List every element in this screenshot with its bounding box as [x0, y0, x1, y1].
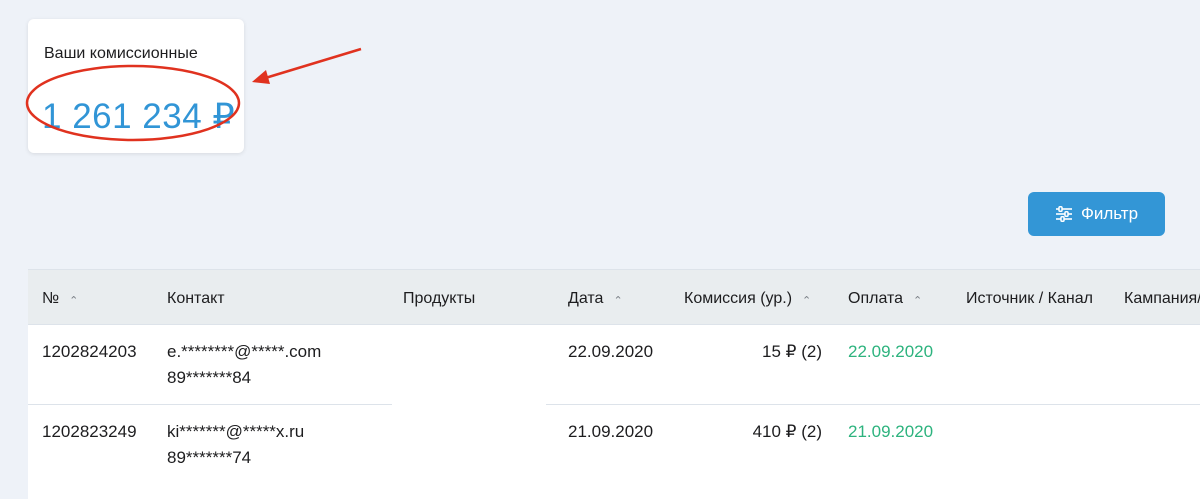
column-header-label: Контакт — [167, 290, 225, 307]
chevron-up-icon[interactable]: ⌃ — [913, 294, 922, 307]
column-header-label: Комиссия (ур.) — [684, 290, 793, 307]
table-header: № ⌃ Контакт Продукты Дата ⌃ Комиссия (ур… — [28, 270, 1200, 325]
commissions-table: № ⌃ Контакт Продукты Дата ⌃ Комиссия (ур… — [28, 269, 1200, 499]
sliders-icon — [1055, 206, 1073, 222]
column-header-label: № — [42, 290, 60, 307]
column-header-label: Источник / Канал — [966, 290, 1093, 307]
column-header-products: Продукты — [403, 290, 475, 308]
row-date: 22.09.2020 — [568, 342, 654, 361]
row-id: 1202824203 — [42, 342, 137, 361]
contact-phone: 89*******74 — [167, 448, 252, 467]
contact-phone: 89*******84 — [167, 368, 252, 387]
filter-button-label: Фильтр — [1080, 204, 1139, 223]
column-header-campaign: Кампания/ — [1124, 290, 1200, 308]
row-payment-date: 22.09.2020 — [848, 342, 934, 361]
row-commission: 410 ₽ (2) — [752, 422, 822, 441]
row-commission: 15 ₽ (2) — [762, 342, 822, 361]
commission-label: Ваши комиссионные — [44, 45, 198, 62]
filter-button[interactable]: Фильтр — [1028, 192, 1165, 236]
commission-card: Ваши комиссионные 1 261 234 ₽ — [28, 19, 244, 153]
column-header-date[interactable]: Дата ⌃ — [568, 290, 623, 308]
column-header-label: Продукты — [403, 290, 476, 307]
column-header-contact: Контакт — [167, 290, 225, 308]
chevron-up-icon[interactable]: ⌃ — [802, 294, 811, 307]
column-header-number[interactable]: № ⌃ — [42, 290, 78, 308]
column-header-label: Оплата — [848, 290, 904, 307]
table-row[interactable]: 1202824203 e.********@*****.com 89******… — [28, 325, 1200, 404]
column-header-payment[interactable]: Оплата ⌃ — [848, 290, 922, 308]
contact-email: e.********@*****.com — [167, 342, 322, 361]
row-payment-date: 21.09.2020 — [848, 422, 934, 441]
row-id: 1202823249 — [42, 422, 137, 441]
annotation-arrow-line — [261, 47, 362, 81]
commission-amount: 1 261 234 ₽ — [42, 97, 236, 136]
annotation-arrow-head — [252, 70, 270, 84]
table-row[interactable]: 1202823249 ki*******@*****x.ru 89*******… — [28, 405, 1200, 484]
chevron-up-icon[interactable]: ⌃ — [613, 294, 622, 307]
contact-email: ki*******@*****x.ru — [167, 422, 305, 441]
column-header-source: Источник / Канал — [966, 290, 1093, 308]
row-date: 21.09.2020 — [568, 422, 654, 441]
column-header-label: Дата — [568, 290, 604, 307]
chevron-up-icon[interactable]: ⌃ — [69, 294, 78, 307]
column-header-commission[interactable]: Комиссия (ур.) ⌃ — [684, 290, 811, 308]
column-header-label: Кампания/ — [1124, 290, 1200, 307]
